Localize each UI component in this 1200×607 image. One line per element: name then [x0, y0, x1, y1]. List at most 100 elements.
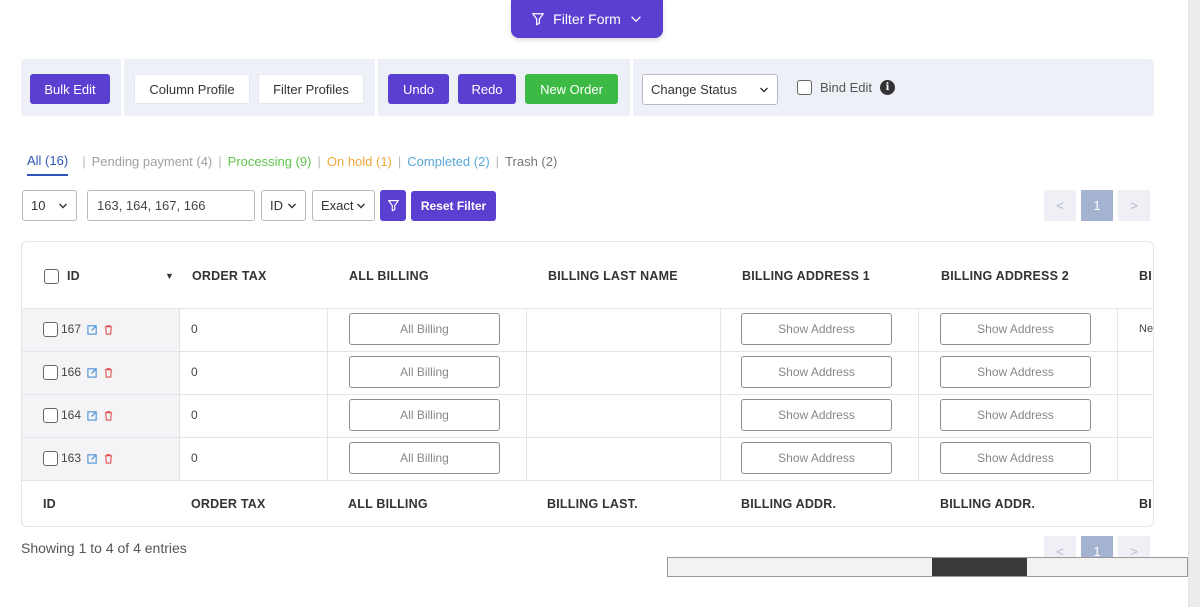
all-billing-button[interactable]: All Billing: [349, 313, 500, 345]
trash-icon[interactable]: [103, 324, 114, 335]
show-address-1-button[interactable]: Show Address: [741, 399, 892, 431]
show-address-1-button[interactable]: Show Address: [741, 442, 892, 474]
edit-icon[interactable]: [87, 453, 98, 464]
search-input[interactable]: 163, 164, 167, 166: [87, 190, 255, 221]
tab-on-hold[interactable]: On hold (1): [327, 154, 392, 175]
all-billing-button[interactable]: All Billing: [349, 356, 500, 388]
bind-edit-label: Bind Edit: [820, 80, 873, 95]
page-button[interactable]: 1: [1081, 190, 1113, 221]
table-header-billing-address-2[interactable]: BILLING ADDRESS 2: [941, 266, 1069, 286]
row-divider: [22, 437, 1153, 438]
column-divider: [1117, 308, 1118, 480]
filter-icon: [532, 13, 545, 26]
column-divider: [720, 308, 721, 480]
table-header-next-column[interactable]: BI: [1139, 266, 1152, 286]
row-checkbox[interactable]: [43, 321, 58, 337]
truncated-cell[interactable]: Ne: [1139, 320, 1153, 338]
row-checkbox[interactable]: [43, 364, 58, 380]
order-tax-cell[interactable]: 0: [191, 406, 198, 424]
change-status-select[interactable]: Change Status: [642, 74, 778, 105]
filter-profiles-button[interactable]: Filter Profiles: [258, 74, 364, 104]
show-address-2-button[interactable]: Show Address: [940, 399, 1091, 431]
chevron-down-icon: [760, 87, 768, 92]
row-id: 166: [61, 365, 82, 379]
tab-divider: |: [82, 154, 86, 169]
pagination-top: < 1 >: [1044, 190, 1150, 221]
column-profile-button[interactable]: Column Profile: [134, 74, 250, 104]
tab-completed[interactable]: Completed (2): [407, 154, 489, 175]
toolbar-divider: [375, 59, 378, 116]
tab-all[interactable]: All (16): [27, 153, 69, 176]
per-page-select[interactable]: 10: [22, 190, 77, 221]
table-header-order-tax[interactable]: ORDER TAX: [192, 266, 267, 286]
select-all-checkbox[interactable]: [44, 268, 59, 284]
tab-divider: |: [397, 154, 402, 169]
tab-processing[interactable]: Processing (9): [228, 154, 312, 175]
tab-divider: |: [218, 154, 222, 169]
table-header-billing-last-name[interactable]: BILLING LAST NAME: [548, 266, 678, 286]
table-header-billing-address-1[interactable]: BILLING ADDRESS 1: [742, 266, 870, 286]
row-checkbox[interactable]: [43, 450, 58, 466]
table-footer-all-billing: ALL BILLING: [348, 497, 428, 511]
horizontal-scrollbar[interactable]: [667, 557, 1188, 577]
next-page-button[interactable]: >: [1118, 190, 1150, 221]
table-footer-id: ID: [43, 497, 56, 511]
prev-page-button[interactable]: <: [1044, 190, 1076, 221]
filter-field-select[interactable]: ID: [261, 190, 306, 221]
info-icon[interactable]: i: [880, 80, 896, 95]
row-checkbox[interactable]: [43, 407, 58, 423]
table-header-id[interactable]: ID: [44, 266, 80, 286]
all-billing-button[interactable]: All Billing: [349, 399, 500, 431]
all-billing-button[interactable]: All Billing: [349, 442, 500, 474]
order-tax-cell[interactable]: 0: [191, 363, 198, 381]
trash-icon[interactable]: [103, 453, 114, 464]
redo-button[interactable]: Redo: [458, 74, 516, 104]
order-tax-cell[interactable]: 0: [191, 320, 198, 338]
column-divider: [327, 308, 328, 480]
bulk-edit-button[interactable]: Bulk Edit: [30, 74, 110, 104]
window-edge: [1188, 0, 1200, 607]
column-divider: [918, 308, 919, 480]
undo-button[interactable]: Undo: [388, 74, 449, 104]
table-footer-next-column: BI: [1139, 497, 1152, 511]
scrollbar-thumb[interactable]: [932, 558, 1027, 576]
trash-icon[interactable]: [103, 410, 114, 421]
row-id: 164: [61, 408, 82, 422]
row-id: 163: [61, 451, 82, 465]
show-address-2-button[interactable]: Show Address: [940, 442, 1091, 474]
row-divider: [22, 394, 1153, 395]
per-page-value: 10: [31, 198, 46, 213]
column-divider: [526, 308, 527, 480]
tab-divider: |: [317, 154, 321, 169]
edit-icon[interactable]: [87, 410, 98, 421]
match-type-value: Exact: [321, 198, 354, 213]
match-type-select[interactable]: Exact: [312, 190, 375, 221]
table-footer-billing-last: BILLING LAST.: [547, 497, 638, 511]
order-tax-cell[interactable]: 0: [191, 449, 198, 467]
reset-filter-button[interactable]: Reset Filter: [411, 191, 496, 221]
tab-pending-payment[interactable]: Pending payment (4): [92, 154, 213, 175]
sort-icon[interactable]: ▼: [165, 266, 174, 286]
change-status-value: Change Status: [651, 82, 738, 97]
new-order-button[interactable]: New Order: [525, 74, 618, 104]
apply-filter-button[interactable]: [380, 190, 406, 221]
show-address-2-button[interactable]: Show Address: [940, 356, 1091, 388]
table-row: 164: [43, 406, 114, 424]
bind-edit-toggle[interactable]: Bind Edit i: [797, 80, 896, 95]
tab-trash[interactable]: Trash (2): [505, 154, 557, 175]
edit-icon[interactable]: [87, 367, 98, 378]
chevron-down-icon: [357, 203, 365, 208]
show-address-2-button[interactable]: Show Address: [940, 313, 1091, 345]
toolbar-divider: [630, 59, 633, 116]
filter-icon: [387, 200, 399, 212]
show-address-1-button[interactable]: Show Address: [741, 356, 892, 388]
entries-summary: Showing 1 to 4 of 4 entries: [21, 540, 187, 556]
table-footer-billing-addr-1: BILLING ADDR.: [741, 497, 837, 511]
bind-edit-checkbox[interactable]: [797, 80, 812, 95]
row-divider: [22, 351, 1153, 352]
table-header-all-billing[interactable]: ALL BILLING: [349, 266, 429, 286]
trash-icon[interactable]: [103, 367, 114, 378]
filter-form-toggle-button[interactable]: Filter Form: [511, 0, 663, 38]
edit-icon[interactable]: [87, 324, 98, 335]
show-address-1-button[interactable]: Show Address: [741, 313, 892, 345]
